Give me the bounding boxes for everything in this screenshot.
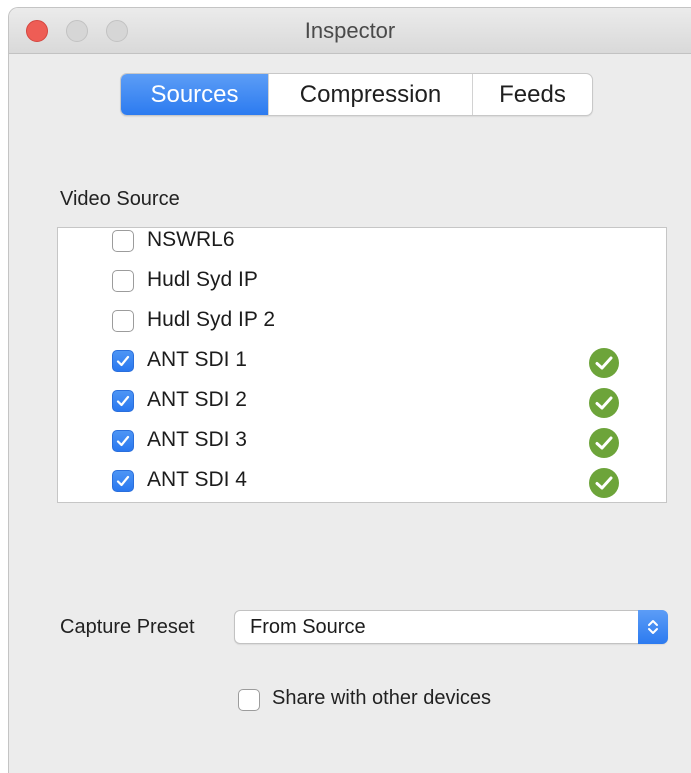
source-checkbox[interactable] — [112, 350, 134, 372]
share-label: Share with other devices — [272, 687, 492, 709]
source-checkbox[interactable] — [112, 390, 134, 412]
tab-compression[interactable]: Compression — [269, 74, 473, 115]
share-checkbox[interactable] — [238, 689, 260, 711]
list-item[interactable]: Hudl Syd IP — [58, 262, 666, 302]
source-checkbox[interactable] — [112, 270, 134, 292]
source-label: NSWRL6 — [147, 228, 235, 251]
chevron-up-down-icon[interactable] — [638, 610, 668, 644]
list-item[interactable]: ANT SDI 3 — [58, 422, 666, 462]
checkmark-icon — [116, 475, 130, 487]
list-item[interactable]: ANT SDI 4 — [58, 462, 666, 502]
window-title: Inspector — [304, 18, 396, 43]
source-label: ANT SDI 2 — [147, 388, 247, 411]
tab-feeds[interactable]: Feeds — [473, 74, 592, 115]
video-source-label: Video Source — [60, 188, 180, 210]
checkmark-icon — [116, 395, 130, 407]
source-checkbox[interactable] — [112, 430, 134, 452]
source-checkbox[interactable] — [112, 310, 134, 332]
checkmark-circle-icon — [589, 428, 619, 458]
tab-bar: Sources Compression Feeds — [120, 73, 593, 116]
checkmark-icon — [116, 435, 130, 447]
checkmark-icon — [116, 355, 130, 367]
list-item[interactable]: NSWRL6 — [58, 228, 666, 262]
source-label: ANT SDI 1 — [147, 348, 247, 371]
checkmark-circle-icon — [589, 388, 619, 418]
source-label: Hudl Syd IP 2 — [147, 308, 276, 331]
video-source-list[interactable]: NSWRL6 Hudl Syd IP Hudl Syd IP 2 ANT SDI… — [57, 227, 667, 503]
source-label: Hudl Syd IP — [147, 268, 258, 291]
list-item[interactable]: ANT SDI 1 — [58, 342, 666, 382]
source-checkbox[interactable] — [112, 230, 134, 252]
inspector-window: Inspector Sources Compression Feeds Vide… — [8, 7, 691, 773]
tab-sources[interactable]: Sources — [121, 74, 269, 115]
capture-preset-value: From Source — [250, 616, 366, 638]
list-item[interactable]: ANT SDI 2 — [58, 382, 666, 422]
capture-preset-label: Capture Preset — [60, 616, 195, 638]
checkmark-circle-icon — [589, 348, 619, 378]
checkmark-circle-icon — [589, 468, 619, 498]
source-label: ANT SDI 4 — [147, 468, 247, 491]
list-item[interactable]: Hudl Syd IP 2 — [58, 302, 666, 342]
title-bar[interactable]: Inspector — [9, 8, 691, 54]
source-checkbox[interactable] — [112, 470, 134, 492]
capture-preset-select[interactable]: From Source — [234, 610, 668, 644]
source-label: ANT SDI 3 — [147, 428, 247, 451]
